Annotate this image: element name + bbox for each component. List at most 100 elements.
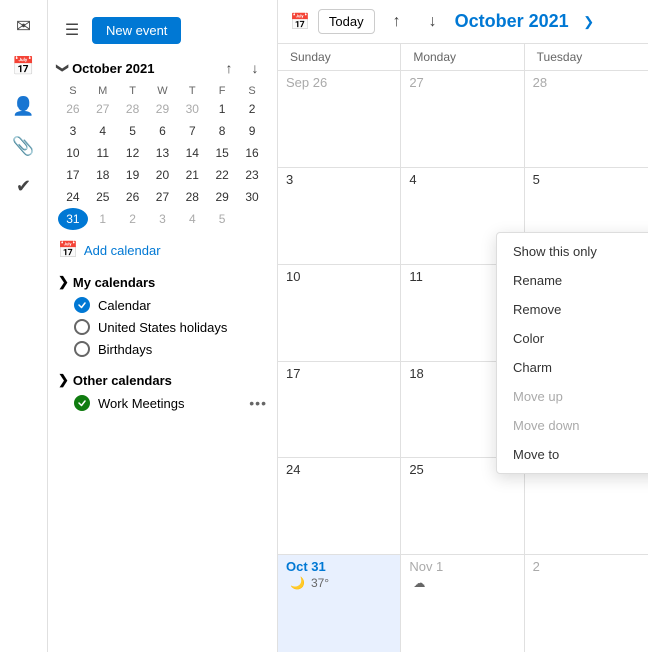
mini-cal-day[interactable]: 30 xyxy=(237,186,267,208)
cal-cell-sep28[interactable]: 28 xyxy=(525,71,648,167)
mini-cal-day[interactable]: 11 xyxy=(88,142,118,164)
mini-cal-next-button[interactable]: ↓ xyxy=(243,56,267,80)
mini-cal-collapse-arrow[interactable]: ❯ xyxy=(56,63,70,73)
cal-cell-nov2[interactable]: 2 xyxy=(525,555,648,652)
my-calendars-group: ❯ My calendars Calendar United States ho… xyxy=(48,266,277,364)
mini-cal-day[interactable]: 26 xyxy=(118,186,148,208)
mini-cal-day[interactable]: 18 xyxy=(88,164,118,186)
cal-cell-3[interactable]: 3 xyxy=(278,168,401,264)
mini-cal-day[interactable]: 14 xyxy=(177,142,207,164)
mini-cal-day[interactable]: 3 xyxy=(58,120,88,142)
cal-cell-oct31[interactable]: Oct 31 🌙 37° xyxy=(278,555,401,652)
mini-cal-day[interactable]: 7 xyxy=(177,120,207,142)
mini-cal-day[interactable]: 12 xyxy=(118,142,148,164)
cal-cell-24[interactable]: 24 xyxy=(278,458,401,554)
topbar-next-button[interactable]: ↓ xyxy=(419,8,447,36)
mini-cal-day[interactable]: 17 xyxy=(58,164,88,186)
mini-cal-day[interactable]: 8 xyxy=(207,120,237,142)
cal-checkbox-birthdays[interactable] xyxy=(74,341,90,357)
attachment-icon[interactable]: 📎 xyxy=(6,128,42,164)
mini-cal-day[interactable]: 5 xyxy=(207,208,237,230)
main-area: 📅 Today ↑ ↓ October 2021 ❯ Sunday Monday… xyxy=(278,0,648,652)
mini-cal-day[interactable]: 25 xyxy=(88,186,118,208)
mini-cal-nav: ↑ ↓ xyxy=(217,56,267,80)
mini-cal-day[interactable]: 22 xyxy=(207,164,237,186)
ctx-rename[interactable]: Rename xyxy=(497,266,648,295)
mini-cal-day[interactable]: 28 xyxy=(118,98,148,120)
people-icon[interactable]: 👤 xyxy=(6,88,42,124)
mini-cal-dow-mon: M xyxy=(88,84,118,98)
mini-cal-day[interactable]: 15 xyxy=(207,142,237,164)
mini-cal-grid: S M T W T F S 26272829301234567891011121… xyxy=(58,84,267,230)
mini-cal-title[interactable]: ❯ October 2021 xyxy=(58,61,154,76)
mini-cal-dow-thu: T xyxy=(177,84,207,98)
cell-date: 10 xyxy=(286,269,300,284)
new-event-button[interactable]: New event xyxy=(92,17,181,44)
mini-cal-day[interactable]: 19 xyxy=(118,164,148,186)
mini-cal-dow-tue: T xyxy=(118,84,148,98)
cal-item-birthdays[interactable]: Birthdays xyxy=(48,338,277,360)
add-calendar-button[interactable]: 📅 Add calendar xyxy=(48,234,277,266)
cal-item-us-holidays[interactable]: United States holidays xyxy=(48,316,277,338)
mini-cal-day[interactable]: 27 xyxy=(148,186,178,208)
ctx-remove[interactable]: Remove xyxy=(497,295,648,324)
today-button[interactable]: Today xyxy=(318,9,375,34)
mini-cal-day[interactable]: 1 xyxy=(88,208,118,230)
cal-checkbox-calendar[interactable] xyxy=(74,297,90,313)
cal-cell-sep27[interactable]: 27 xyxy=(401,71,524,167)
cal-cell-10[interactable]: 10 xyxy=(278,265,401,361)
mini-cal-day[interactable]: 9 xyxy=(237,120,267,142)
mini-cal-day[interactable]: 2 xyxy=(237,98,267,120)
ctx-show-this-only[interactable]: Show this only xyxy=(497,237,648,266)
topbar-prev-button[interactable]: ↑ xyxy=(383,8,411,36)
mini-cal-day[interactable]: 3 xyxy=(148,208,178,230)
mini-cal-day[interactable]: 4 xyxy=(88,120,118,142)
cal-cell-17[interactable]: 17 xyxy=(278,362,401,458)
cell-date: Sep 26 xyxy=(286,75,327,90)
mini-cal-day[interactable]: 1 xyxy=(207,98,237,120)
mini-cal-day[interactable]: 4 xyxy=(177,208,207,230)
mini-cal-day[interactable]: 5 xyxy=(118,120,148,142)
calendar-icon[interactable]: 📅 xyxy=(6,48,42,84)
cal-cell-sep26[interactable]: Sep 26 xyxy=(278,71,401,167)
ctx-move-down-label: Move down xyxy=(513,418,579,433)
cell-date: 17 xyxy=(286,366,300,381)
cal-item-calendar[interactable]: Calendar xyxy=(48,294,277,316)
ctx-color[interactable]: Color › xyxy=(497,324,648,353)
cal-label-calendar: Calendar xyxy=(98,298,151,313)
cal-checkbox-work-meetings[interactable] xyxy=(74,395,90,411)
cal-checkbox-us-holidays[interactable] xyxy=(74,319,90,335)
ctx-move-to[interactable]: Move to › xyxy=(497,440,648,469)
mini-cal-day[interactable]: 6 xyxy=(148,120,178,142)
mini-cal-day[interactable]: 28 xyxy=(177,186,207,208)
add-calendar-icon: 📅 xyxy=(58,240,78,260)
topbar-month-title[interactable]: October 2021 xyxy=(455,11,569,32)
mini-cal-day[interactable]: 20 xyxy=(148,164,178,186)
ctx-charm[interactable]: Charm › xyxy=(497,353,648,382)
cal-item-work-meetings[interactable]: Work Meetings ••• xyxy=(48,392,277,414)
todo-icon[interactable]: ✔ xyxy=(6,168,42,204)
mini-cal-day[interactable]: 30 xyxy=(177,98,207,120)
main-topbar: 📅 Today ↑ ↓ October 2021 ❯ xyxy=(278,0,648,44)
mini-cal-day[interactable]: 10 xyxy=(58,142,88,164)
mini-cal-day[interactable]: 21 xyxy=(177,164,207,186)
work-meetings-more-button[interactable]: ••• xyxy=(249,395,267,411)
hamburger-button[interactable]: ☰ xyxy=(56,14,88,46)
mini-cal-day[interactable]: 23 xyxy=(237,164,267,186)
mini-cal-day[interactable]: 16 xyxy=(237,142,267,164)
mini-cal-prev-button[interactable]: ↑ xyxy=(217,56,241,80)
mini-cal-day[interactable]: 31 xyxy=(58,208,88,230)
other-calendars-header[interactable]: ❯ Other calendars xyxy=(48,368,277,392)
mini-cal-day[interactable]: 24 xyxy=(58,186,88,208)
mini-cal-day[interactable]: 27 xyxy=(88,98,118,120)
other-calendars-label: Other calendars xyxy=(73,373,172,388)
mini-cal-day[interactable]: 29 xyxy=(148,98,178,120)
mini-cal-day[interactable]: 2 xyxy=(118,208,148,230)
mini-cal-day[interactable]: 26 xyxy=(58,98,88,120)
mail-icon[interactable]: ✉ xyxy=(6,8,42,44)
my-calendars-header[interactable]: ❯ My calendars xyxy=(48,270,277,294)
mini-cal-day[interactable]: 29 xyxy=(207,186,237,208)
mini-cal-day[interactable]: 13 xyxy=(148,142,178,164)
cal-cell-nov1[interactable]: Nov 1 ☁ xyxy=(401,555,524,652)
topbar-month-dropdown-button[interactable]: ❯ xyxy=(577,10,601,34)
